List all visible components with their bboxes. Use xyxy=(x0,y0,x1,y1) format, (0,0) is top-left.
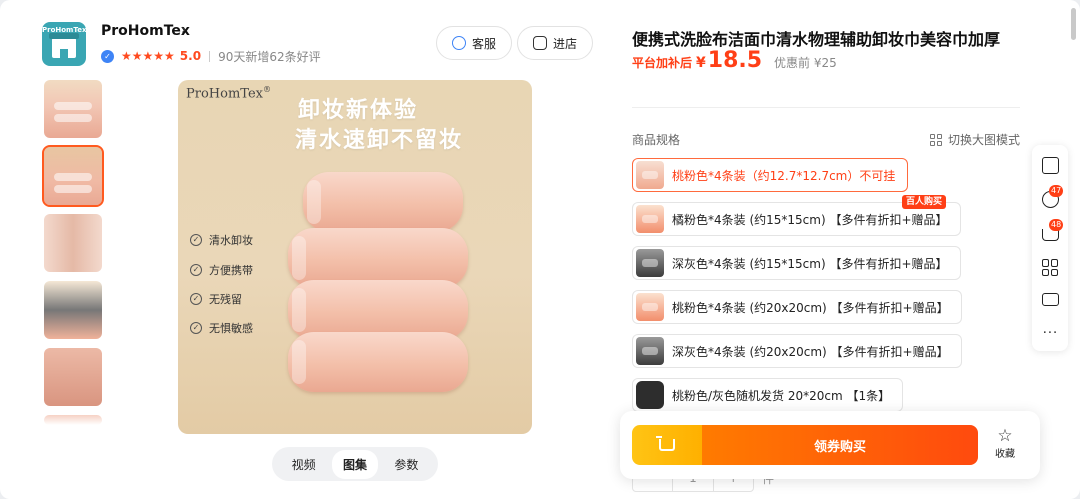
store-icon xyxy=(533,36,547,50)
chevron-right-icon[interactable]: › xyxy=(181,22,187,38)
buy-button[interactable]: 领券购买 xyxy=(702,425,978,465)
store-icon xyxy=(49,33,79,58)
towel-graphic xyxy=(288,228,468,288)
feature-item: ✓ 清水卸妆 xyxy=(190,232,253,248)
switch-view-label: 切换大图模式 xyxy=(948,133,1021,147)
cart-badge: 48 xyxy=(1049,219,1064,231)
reviews-count: 90天新增62条好评 xyxy=(218,49,321,64)
switch-view-button[interactable]: 切换大图模式 xyxy=(930,131,1020,148)
feature-item: ✓ 无残留 xyxy=(190,291,242,307)
gallery-tabs: 视频 图集 参数 xyxy=(272,447,438,481)
check-icon: ✓ xyxy=(190,322,202,334)
check-icon: ✓ xyxy=(190,264,202,276)
add-to-cart-button[interactable] xyxy=(632,425,702,465)
favorite-button[interactable]: ☆ 收藏 xyxy=(990,427,1020,460)
product-page: ProHomTex ProHomTex › ✓ ★★★★★ 5.0 90天新增6… xyxy=(0,0,1080,499)
shop-name[interactable]: ProHomTex xyxy=(101,23,190,39)
enter-shop-button[interactable]: 进店 xyxy=(517,26,594,60)
apps-icon[interactable] xyxy=(1042,259,1059,276)
tab-gallery[interactable]: 图集 xyxy=(331,449,378,479)
enter-shop-label: 进店 xyxy=(553,36,578,51)
spec-option[interactable]: 深灰色*4条装 (约20x20cm) 【多件有折扣+赠品】 xyxy=(632,334,962,368)
spec-label: 商品规格 xyxy=(632,133,681,147)
thumbnail[interactable] xyxy=(44,80,102,138)
divider xyxy=(209,50,211,62)
customer-service-label: 客服 xyxy=(472,36,497,51)
check-icon: ✓ xyxy=(190,234,202,246)
favorite-label: 收藏 xyxy=(995,449,1015,460)
option-thumbnail xyxy=(636,293,664,321)
price-currency: ¥ xyxy=(696,55,706,71)
spec-option[interactable]: 桃粉色*4条装（约12.7*12.7cm）不可挂 xyxy=(632,158,909,192)
price-row: 平台加补后 ¥ 18.5 优惠前 ¥25 xyxy=(632,48,837,73)
spec-option[interactable]: 桃粉色*4条装 (约20x20cm) 【多件有折扣+赠品】 xyxy=(632,290,962,324)
towel-graphic xyxy=(288,332,468,392)
towel-graphic xyxy=(288,280,468,340)
price-label: 平台加补后 xyxy=(632,56,693,70)
shop-logo[interactable]: ProHomTex xyxy=(42,22,86,66)
spec-option[interactable]: 深灰色*4条装 (约15*15cm) 【多件有折扣+赠品】 xyxy=(632,246,961,280)
main-product-image[interactable]: ProHomTex® 卸妆新体验 清水速卸不留妆 ✓ 清水卸妆 ✓ 方便携带 ✓ 无残… xyxy=(178,80,532,434)
rating-stars: ★★★★★ xyxy=(121,49,175,63)
shop-meta: ✓ ★★★★★ 5.0 90天新增62条好评 xyxy=(101,47,321,65)
chat-icon xyxy=(452,36,466,50)
rating-score: 5.0 xyxy=(179,49,202,63)
document-icon[interactable] xyxy=(1042,157,1059,174)
feature-item: ✓ 方便携带 xyxy=(190,262,253,278)
scrollbar[interactable] xyxy=(1071,8,1076,40)
spec-option[interactable]: 桃粉色/灰色随机发货 20*20cm 【1条】 xyxy=(632,378,904,412)
hot-badge: 百人购买 xyxy=(902,195,947,209)
price-value: 18.5 xyxy=(707,48,763,73)
option-thumbnail xyxy=(636,381,664,409)
towel-graphic xyxy=(303,172,463,232)
grid-icon xyxy=(930,133,942,146)
option-thumbnail xyxy=(636,161,664,189)
thumbnail[interactable] xyxy=(44,214,102,272)
product-title: 便携式洗脸布洁面巾清水物理辅助卸妆巾美容巾加厚 xyxy=(632,30,1001,49)
buy-bar: 领券购买 ☆ 收藏 xyxy=(620,411,1040,479)
thumbnail-selected[interactable] xyxy=(42,145,104,207)
image-brand: ProHomTex® xyxy=(186,85,271,102)
original-price: 优惠前 ¥25 xyxy=(774,56,837,70)
image-subheadline: 清水速卸不留妆 xyxy=(295,128,464,153)
check-icon: ✓ xyxy=(190,293,202,305)
thumbnail-list xyxy=(42,80,104,434)
side-toolbar: 47 48 ··· xyxy=(1032,145,1068,351)
option-thumbnail xyxy=(636,337,664,365)
shield-icon: ✓ xyxy=(101,49,114,63)
thumbnail[interactable] xyxy=(44,348,102,406)
message-badge: 47 xyxy=(1049,185,1064,197)
tab-video[interactable]: 视频 xyxy=(281,450,327,479)
star-icon: ☆ xyxy=(997,426,1013,446)
screen-icon[interactable] xyxy=(1042,293,1059,306)
more-icon[interactable]: ··· xyxy=(1042,327,1059,346)
feature-item: ✓ 无惧敏感 xyxy=(190,320,253,336)
option-thumbnail xyxy=(636,205,664,233)
option-thumbnail xyxy=(636,249,664,277)
image-headline: 卸妆新体验 xyxy=(298,98,419,123)
thumbnail[interactable] xyxy=(44,281,102,339)
cart-plus-icon xyxy=(656,436,675,451)
customer-service-button[interactable]: 客服 xyxy=(436,26,513,60)
thumbnail[interactable] xyxy=(44,415,102,425)
divider xyxy=(632,107,1020,108)
tab-params[interactable]: 参数 xyxy=(383,450,429,479)
